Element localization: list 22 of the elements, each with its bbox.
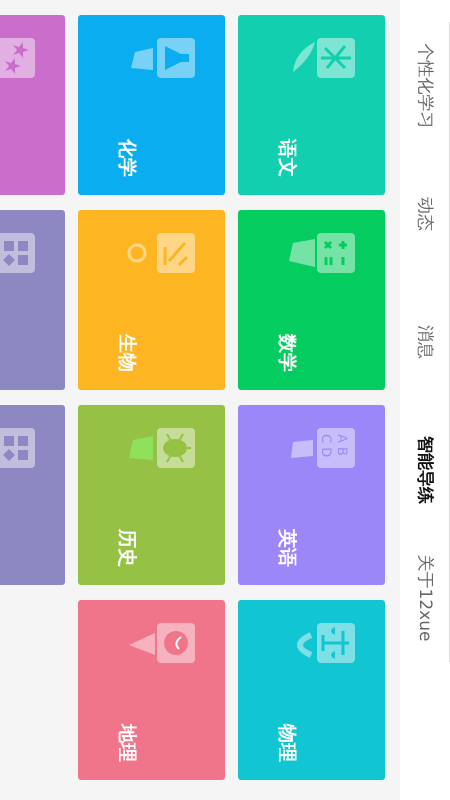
subject-label: 历史 — [115, 529, 139, 567]
subject-label: 化学 — [115, 139, 139, 177]
subject-label: 语文 — [275, 139, 299, 177]
subject-tile[interactable]: 地理 — [78, 600, 225, 780]
calculator-icon — [287, 233, 355, 273]
subject-tile[interactable]: 数学 — [238, 210, 385, 390]
subject-label: 数学 — [275, 334, 299, 372]
subject-tile[interactable]: 历史 — [78, 405, 225, 585]
nav-tab[interactable]: 智能导练 — [400, 406, 449, 534]
subject-tile[interactable]: 物理 — [238, 600, 385, 780]
subject-label: 物理 — [275, 724, 299, 762]
subject-label: 地理 — [115, 724, 139, 762]
nav-tab[interactable]: 消息 — [400, 278, 449, 406]
subject-tile[interactable]: 语文 — [238, 15, 385, 195]
subject-tile[interactable]: 化学 — [78, 15, 225, 195]
nav-tab[interactable]: 个性化学习 — [400, 22, 449, 150]
nav-tab[interactable]: 动态 — [400, 150, 449, 278]
nav-tab[interactable]: 关于12xue — [400, 534, 449, 662]
subject-tile[interactable]: 生物 — [78, 210, 225, 390]
subject-label: 英语 — [275, 529, 299, 567]
subject-label: 生物 — [115, 334, 139, 372]
beetle-icon — [127, 428, 195, 468]
